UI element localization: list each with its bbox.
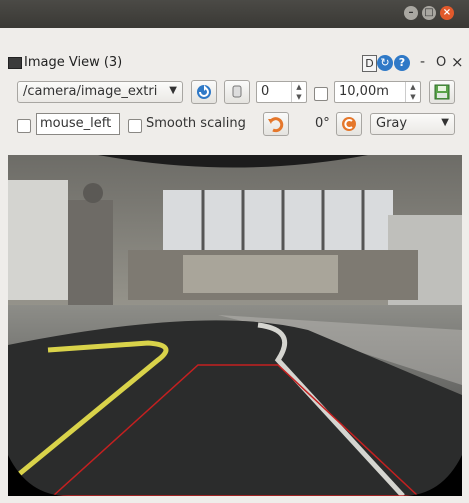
smooth-scaling-checkbox[interactable] [128, 119, 142, 133]
chevron-down-icon: ▼ [441, 117, 449, 128]
window-minimize-button[interactable]: – [404, 6, 418, 20]
camera-image[interactable] [8, 155, 462, 496]
image-view-panel: Image View (3) D ↻ ? - O × /camera/image… [0, 28, 469, 503]
spin-arrows-icon[interactable]: ▲ ▼ [291, 82, 306, 102]
window-close-button[interactable]: × [440, 6, 454, 20]
window-maximize-button[interactable]: □ [422, 6, 436, 20]
refresh-topics-button[interactable] [191, 80, 217, 104]
dock-minimize-button[interactable]: - [420, 54, 425, 70]
max-range-value: 10,00m [339, 84, 389, 99]
dock-float-button[interactable]: O [436, 55, 446, 70]
window-title-bar: – □ × [0, 0, 469, 28]
chevron-down-icon: ▼ [169, 85, 177, 96]
dock-close-button[interactable]: × [451, 53, 464, 71]
save-image-button[interactable] [429, 80, 455, 104]
dock-d-button[interactable]: D [362, 55, 377, 72]
square-icon [232, 85, 242, 98]
spin-value: 0 [261, 84, 270, 99]
color-scheme-combobox[interactable]: Gray ▼ [370, 113, 455, 135]
rotate-left-button[interactable] [263, 112, 289, 136]
value-spinbox[interactable]: 0 ▲ ▼ [256, 81, 307, 103]
panel-header: Image View (3) D ↻ ? - O × [0, 52, 469, 74]
rotate-right-button[interactable] [336, 112, 362, 136]
max-range-spinbox[interactable]: 10,00m ▲ ▼ [334, 81, 421, 103]
camera-frame [8, 155, 462, 496]
max-range-checkbox[interactable] [314, 87, 328, 101]
max-range-arrows-icon[interactable]: ▲ ▼ [405, 82, 420, 102]
mouse-topic-field[interactable]: mouse_left [36, 113, 120, 135]
mouse-publish-checkbox[interactable] [17, 119, 31, 133]
refresh-icon [197, 85, 211, 99]
window-icon [8, 57, 22, 69]
help-icon[interactable]: ? [394, 55, 410, 71]
rotation-label: 0° [315, 116, 330, 131]
panel-title: Image View (3) [24, 55, 123, 70]
save-icon [434, 84, 450, 100]
toggle-button[interactable] [224, 80, 250, 104]
color-scheme-value: Gray [376, 116, 408, 131]
smooth-scaling-label: Smooth scaling [146, 116, 246, 131]
mouse-topic-value: mouse_left [40, 116, 112, 131]
rotate-right-icon [342, 117, 356, 131]
rotate-left-icon [268, 117, 284, 133]
topic-value: /camera/image_extri [23, 84, 158, 99]
topic-combobox[interactable]: /camera/image_extri ▼ [17, 81, 183, 103]
reload-icon[interactable]: ↻ [377, 55, 393, 71]
